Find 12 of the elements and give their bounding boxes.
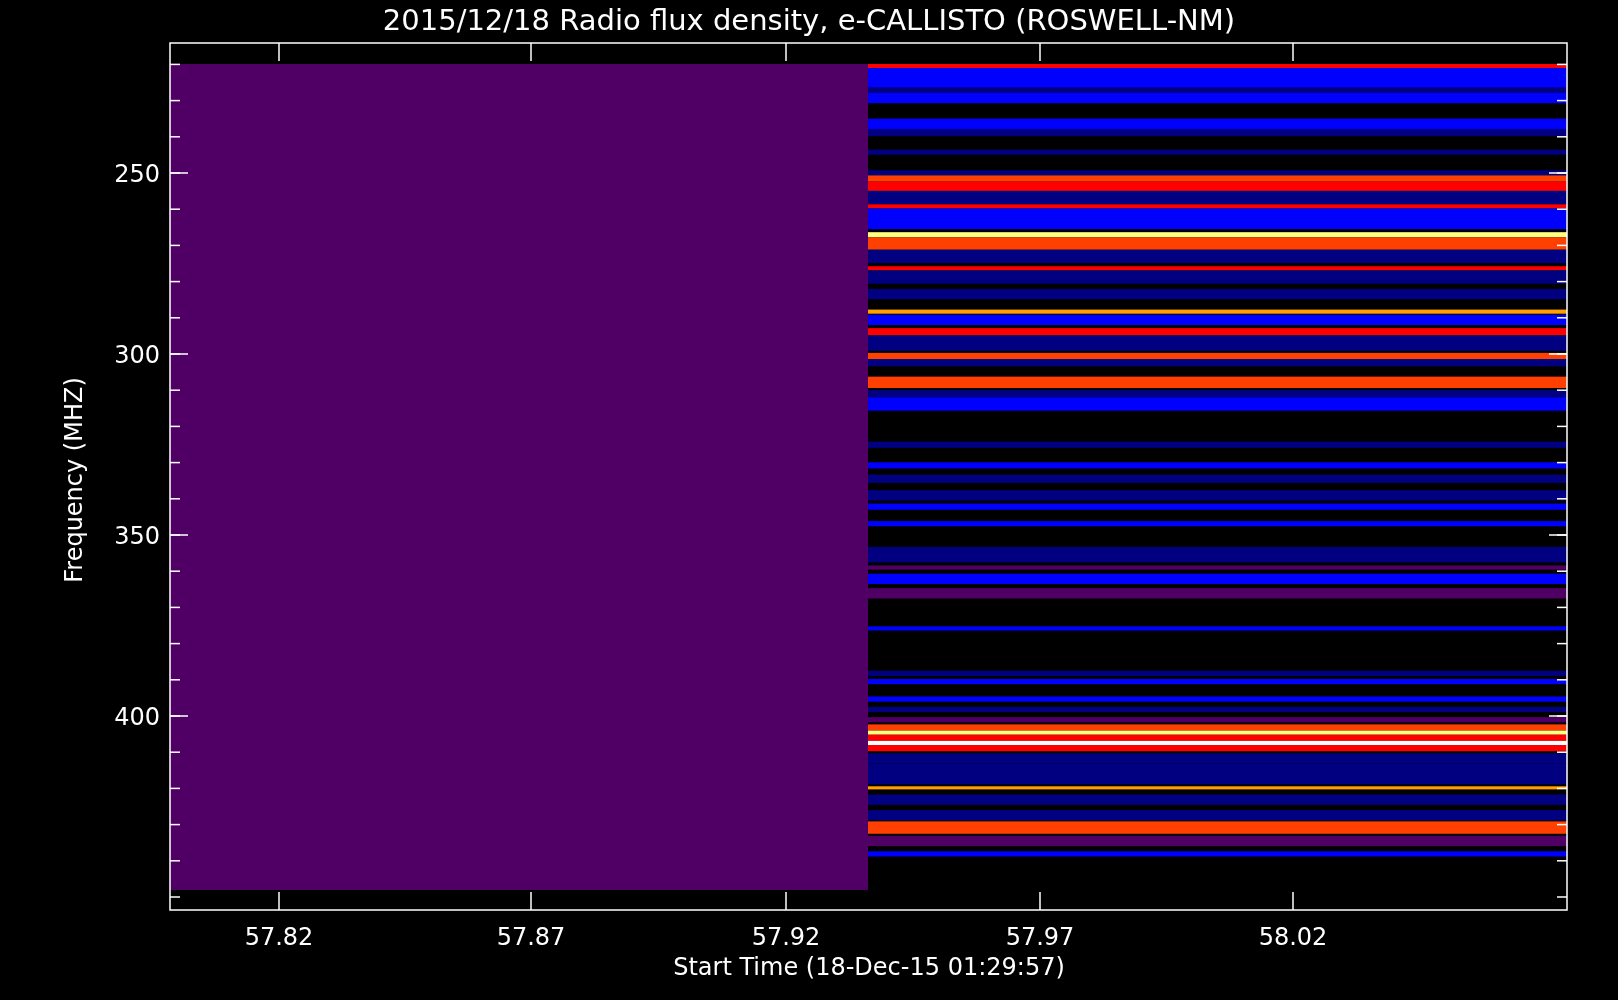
y-axis-label: Frequency (MHZ) — [60, 377, 88, 583]
x-tick-label: 57.92 — [751, 923, 821, 951]
x-tick-label: 57.97 — [1005, 923, 1075, 951]
y-tick-label: 250 — [114, 160, 160, 188]
y-tick-label: 400 — [114, 703, 160, 731]
plot-title: 2015/12/18 Radio flux density, e-CALLISTO (ROSWELL-NM) — [382, 3, 1236, 37]
y-tick-label: 350 — [114, 522, 160, 550]
x-axis-label: Start Time (18-Dec-15 01:29:57) — [673, 953, 1065, 981]
x-tick-label: 57.82 — [244, 923, 314, 951]
x-tick-label: 58.02 — [1258, 923, 1328, 951]
x-tick-label: 57.87 — [496, 923, 566, 951]
y-tick-label: 300 — [114, 341, 160, 369]
